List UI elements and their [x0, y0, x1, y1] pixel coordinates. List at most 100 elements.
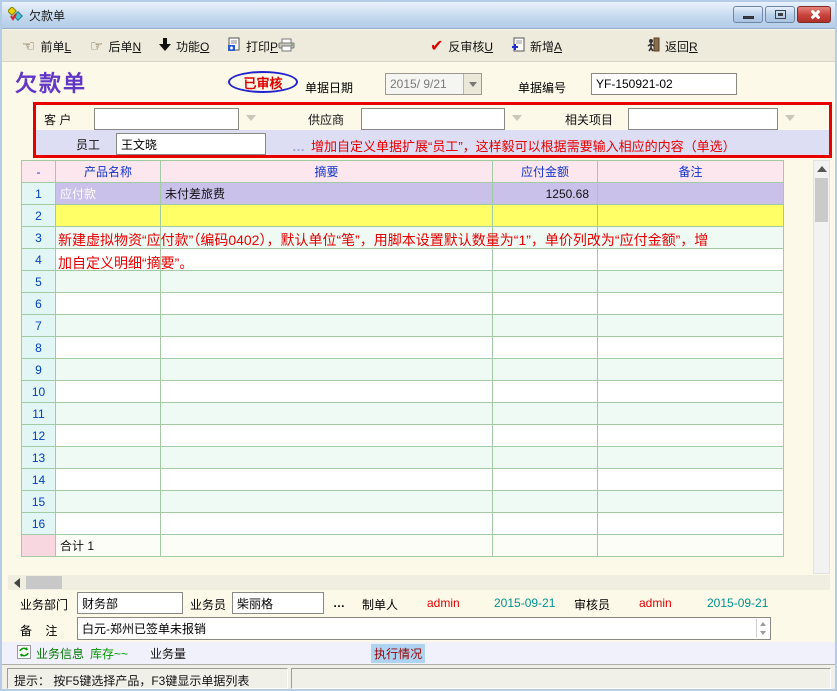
- grid-cell[interactable]: [493, 205, 598, 227]
- grid-cell[interactable]: [493, 293, 598, 315]
- grid-cell[interactable]: [598, 447, 784, 469]
- grid-cell[interactable]: [598, 381, 784, 403]
- column-header[interactable]: -: [22, 161, 56, 183]
- grid-cell[interactable]: [161, 337, 493, 359]
- row-number-cell[interactable]: 13: [22, 447, 56, 469]
- row-number-cell[interactable]: 3: [22, 227, 56, 249]
- grid-cell[interactable]: [493, 513, 598, 535]
- column-header[interactable]: 摘要: [161, 161, 493, 183]
- dropdown-arrow-icon[interactable]: [785, 115, 795, 121]
- scroll-up-button[interactable]: [814, 161, 829, 177]
- add-new-button[interactable]: 新增A: [507, 35, 566, 57]
- grid-cell[interactable]: [161, 447, 493, 469]
- grid-cell[interactable]: [56, 315, 161, 337]
- grid-cell[interactable]: [493, 315, 598, 337]
- row-number-cell[interactable]: 12: [22, 425, 56, 447]
- grid-cell[interactable]: [56, 469, 161, 491]
- grid-cell[interactable]: [598, 183, 784, 205]
- grid-cell[interactable]: [161, 205, 493, 227]
- grid-cell[interactable]: [161, 425, 493, 447]
- column-header[interactable]: 产品名称: [56, 161, 161, 183]
- customer-input[interactable]: [94, 108, 239, 130]
- grid-cell[interactable]: [598, 491, 784, 513]
- grid-cell[interactable]: [493, 359, 598, 381]
- grid-cell[interactable]: [598, 337, 784, 359]
- grid-cell[interactable]: [493, 447, 598, 469]
- column-header[interactable]: 应付金额: [493, 161, 598, 183]
- grid-cell[interactable]: [161, 403, 493, 425]
- grid-cell[interactable]: [493, 337, 598, 359]
- next-doc-button[interactable]: ☞ 后单N: [86, 35, 145, 57]
- employee-input[interactable]: [116, 133, 266, 155]
- remark-spinner[interactable]: [756, 619, 769, 638]
- grid-cell[interactable]: [493, 425, 598, 447]
- combo-arrow-button[interactable]: [463, 74, 481, 94]
- grid-cell[interactable]: 未付差旅费: [161, 183, 493, 205]
- grid-cell[interactable]: [56, 337, 161, 359]
- remark-input[interactable]: [77, 617, 771, 640]
- row-number-cell[interactable]: 8: [22, 337, 56, 359]
- grid-cell[interactable]: [598, 359, 784, 381]
- row-number-cell[interactable]: 4: [22, 249, 56, 271]
- dropdown-arrow-icon[interactable]: [246, 115, 256, 121]
- grid-cell[interactable]: [493, 381, 598, 403]
- grid-cell[interactable]: [598, 469, 784, 491]
- row-number-cell[interactable]: 7: [22, 315, 56, 337]
- dropdown-arrow-icon[interactable]: [512, 115, 522, 121]
- grid-cell[interactable]: [598, 315, 784, 337]
- supplier-input[interactable]: [361, 108, 505, 130]
- grid-cell[interactable]: [598, 403, 784, 425]
- dept-input[interactable]: [77, 592, 183, 614]
- minimize-button[interactable]: [733, 6, 763, 23]
- grid-cell[interactable]: [56, 447, 161, 469]
- functions-button[interactable]: 功能O: [155, 35, 213, 57]
- return-button[interactable]: 返回R: [643, 35, 702, 57]
- grid-cell[interactable]: [493, 491, 598, 513]
- grid-cell[interactable]: [598, 293, 784, 315]
- grid-cell[interactable]: [56, 205, 161, 227]
- execution-status-link[interactable]: 执行情况: [371, 644, 425, 663]
- grid-cell[interactable]: [161, 381, 493, 403]
- project-input[interactable]: [628, 108, 778, 130]
- grid-cell[interactable]: [598, 205, 784, 227]
- unaudit-button[interactable]: ✔ 反审核U: [426, 35, 497, 57]
- grid-cell[interactable]: [56, 403, 161, 425]
- grid-cell[interactable]: [161, 293, 493, 315]
- v-scroll-thumb[interactable]: [815, 178, 828, 222]
- grid-cell[interactable]: [56, 381, 161, 403]
- grid-cell[interactable]: [493, 469, 598, 491]
- grid-cell[interactable]: 应付款: [56, 183, 161, 205]
- grid-cell[interactable]: [56, 425, 161, 447]
- doc-no-input[interactable]: [591, 73, 737, 95]
- grid-cell[interactable]: 1250.68: [493, 183, 598, 205]
- row-number-cell[interactable]: 15: [22, 491, 56, 513]
- row-number-cell[interactable]: 9: [22, 359, 56, 381]
- prev-doc-button[interactable]: ☜ 前单L: [18, 35, 75, 57]
- grid-cell[interactable]: [161, 359, 493, 381]
- row-number-cell[interactable]: 2: [22, 205, 56, 227]
- grid-cell[interactable]: [56, 359, 161, 381]
- row-number-cell[interactable]: 16: [22, 513, 56, 535]
- grid-cell[interactable]: [598, 513, 784, 535]
- h-scrollbar[interactable]: [8, 575, 830, 590]
- doc-date-combo[interactable]: 2015/ 9/21: [385, 73, 482, 95]
- row-number-cell[interactable]: 10: [22, 381, 56, 403]
- row-number-cell[interactable]: 6: [22, 293, 56, 315]
- grid-cell[interactable]: [493, 403, 598, 425]
- stock-link[interactable]: 库存~~: [90, 645, 128, 662]
- grid-cell[interactable]: [56, 491, 161, 513]
- scroll-left-button[interactable]: [10, 576, 24, 589]
- business-volume-link[interactable]: 业务量: [150, 645, 186, 662]
- close-button[interactable]: [797, 6, 831, 23]
- grid-cell[interactable]: [56, 513, 161, 535]
- business-info-link[interactable]: 业务信息: [36, 645, 84, 662]
- grid-cell[interactable]: [161, 513, 493, 535]
- row-number-cell[interactable]: 11: [22, 403, 56, 425]
- grid-cell[interactable]: [56, 293, 161, 315]
- row-number-cell[interactable]: 5: [22, 271, 56, 293]
- row-number-cell[interactable]: 1: [22, 183, 56, 205]
- v-scrollbar[interactable]: [813, 160, 830, 574]
- ellipsis-icon[interactable]: …: [333, 596, 345, 610]
- grid-cell[interactable]: [161, 491, 493, 513]
- row-number-cell[interactable]: 14: [22, 469, 56, 491]
